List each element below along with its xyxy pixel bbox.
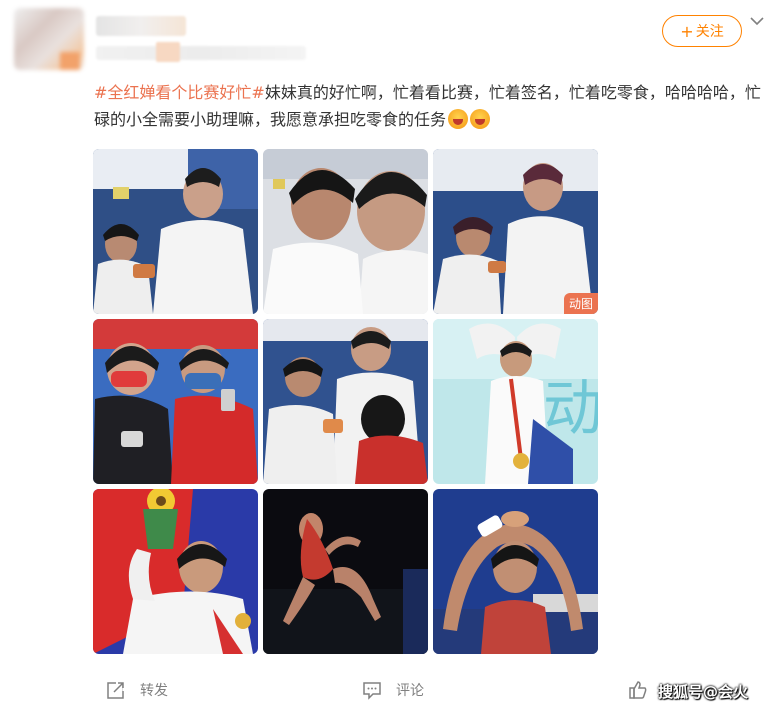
avatar[interactable] (14, 8, 84, 70)
topic-link[interactable]: #全红婵看个比赛好忙# (94, 83, 265, 102)
plus-icon: + (680, 21, 694, 41)
laughing-emoji (448, 109, 469, 129)
comment-label: 评论 (396, 683, 424, 699)
photo-4[interactable] (93, 319, 258, 484)
thumbs-up-icon (629, 681, 647, 699)
repost-label: 转发 (140, 683, 168, 699)
chevron-down-icon[interactable] (748, 14, 766, 28)
repost-icon (107, 681, 126, 699)
photo-8[interactable] (263, 489, 428, 654)
follow-label: 关注 (695, 24, 724, 40)
photo-6[interactable]: 动 (433, 319, 598, 484)
comment-button[interactable]: 评论 (362, 680, 424, 700)
photo-1[interactable] (93, 149, 258, 314)
photo-9[interactable] (433, 489, 598, 654)
comment-icon (363, 682, 381, 700)
photo-5[interactable] (263, 319, 428, 484)
post-meta-blurred (96, 42, 306, 62)
follow-button[interactable]: + 关注 (662, 15, 742, 47)
repost-button[interactable]: 转发 (106, 680, 168, 700)
weibo-post-card: + 关注 #全红婵看个比赛好忙#妹妹真的好忙啊，忙着看比赛，忙着签名，忙着吃零食… (0, 0, 771, 709)
username-blurred[interactable] (96, 16, 186, 36)
laughing-emoji (470, 109, 491, 129)
photo-3[interactable]: 动图 (433, 149, 598, 314)
image-grid: 动图 动 (93, 149, 598, 654)
photo-7[interactable] (93, 489, 258, 654)
source-watermark: 搜狐号@会火 (658, 683, 749, 701)
gif-badge: 动图 (563, 293, 598, 314)
like-button[interactable] (628, 680, 662, 700)
post-text: #全红婵看个比赛好忙#妹妹真的好忙啊，忙着看比赛，忙着签名，忙着吃零食，哈哈哈哈… (94, 79, 764, 133)
photo-2[interactable] (263, 149, 428, 314)
